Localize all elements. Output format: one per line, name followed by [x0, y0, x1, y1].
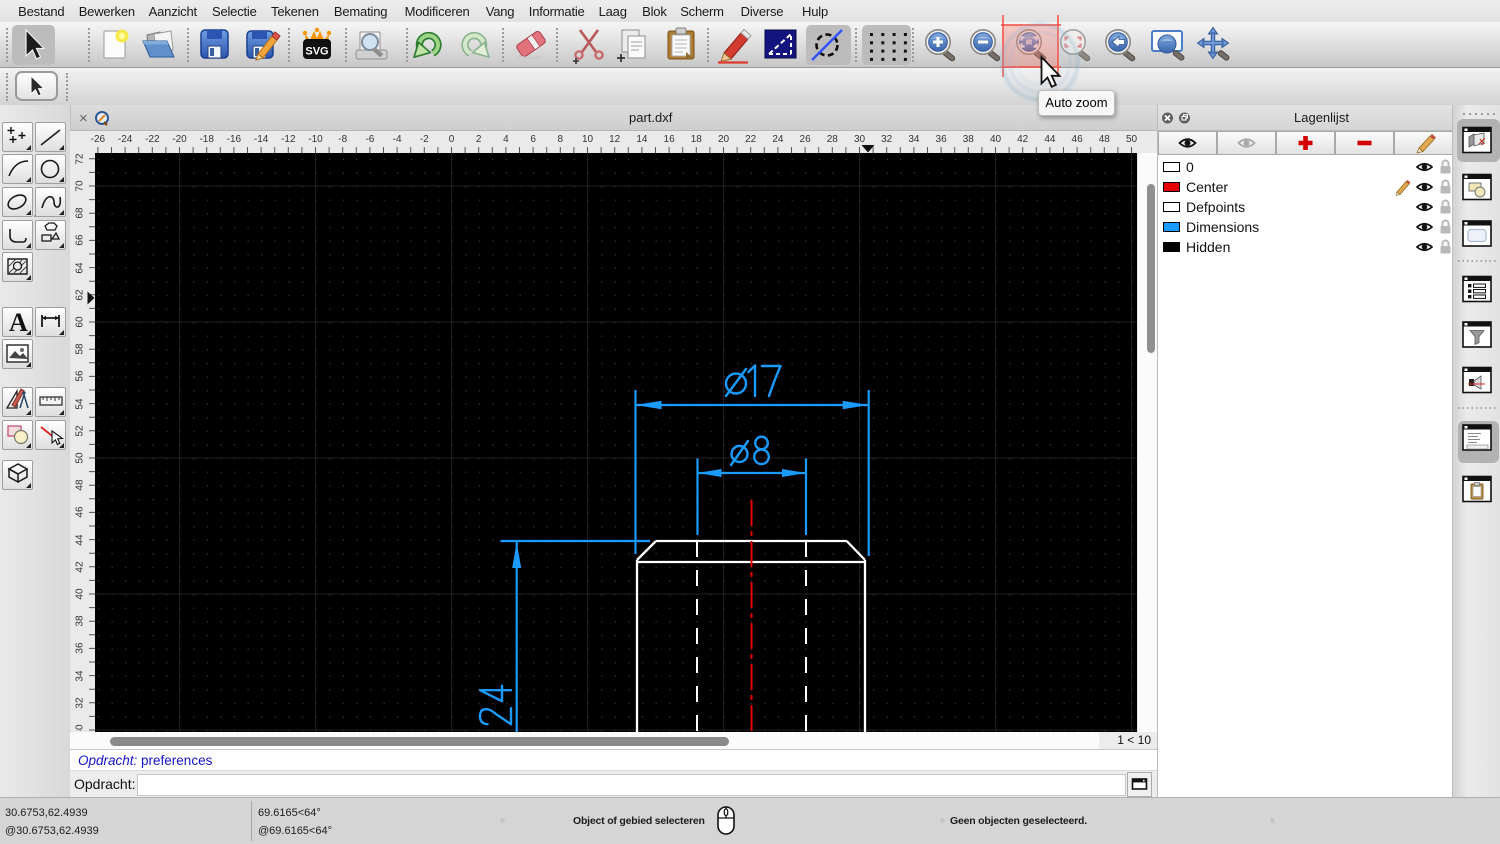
svg-text:A: A: [9, 308, 28, 337]
svg-text:SVG: SVG: [305, 46, 328, 58]
